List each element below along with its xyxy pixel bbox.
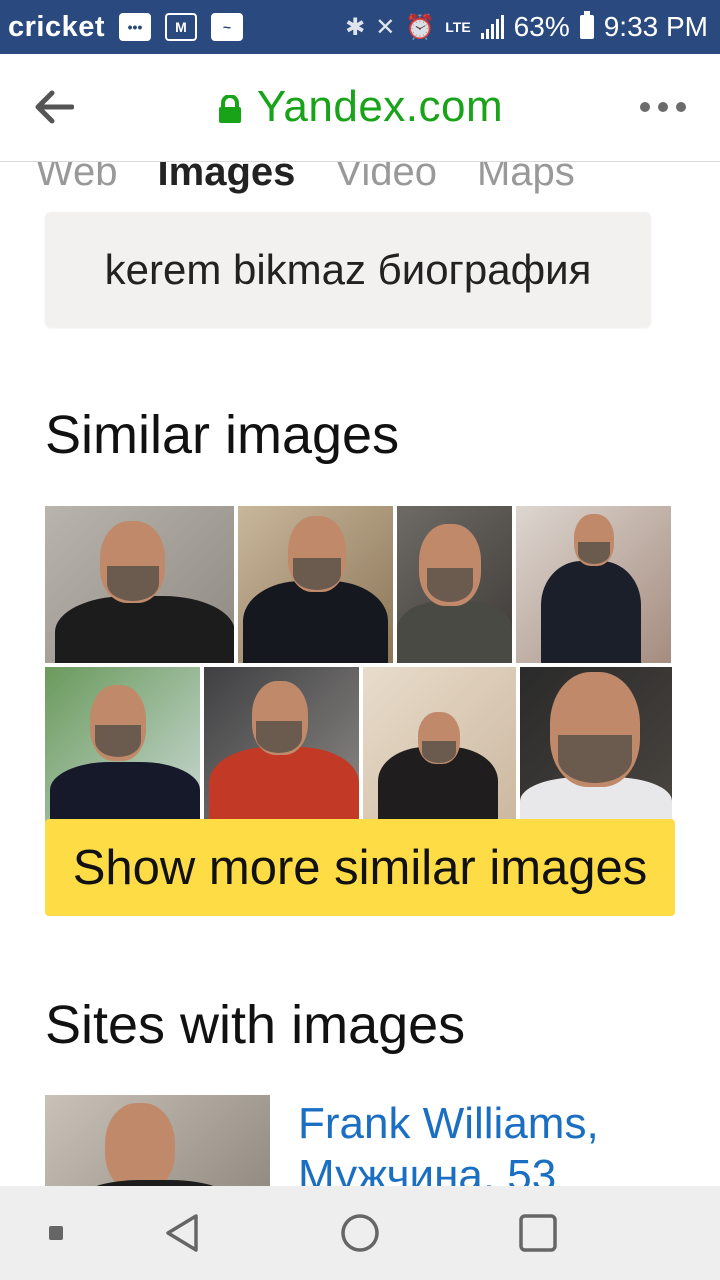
tab-images[interactable]: Images (158, 162, 296, 195)
site-result-link[interactable]: Frank Williams, Мужчина, 53 (298, 1098, 698, 1186)
sites-with-images-title: Sites with images (45, 995, 466, 1055)
similar-image-6[interactable] (204, 667, 359, 824)
tab-maps[interactable]: Maps (477, 162, 575, 195)
similar-images-grid (45, 506, 675, 828)
similar-image-4[interactable] (516, 506, 671, 663)
navigation-bar (0, 1186, 720, 1280)
search-input[interactable]: kerem bikmaz биография (45, 212, 651, 327)
notification-icons: ••• M ~ (119, 13, 244, 41)
lock-icon (218, 95, 241, 123)
similar-image-5[interactable] (45, 667, 200, 824)
more-icon[interactable] (640, 102, 686, 112)
similar-image-8[interactable] (520, 667, 672, 824)
home-circle-icon[interactable] (330, 1186, 390, 1280)
show-more-similar-button[interactable]: Show more similar images (45, 819, 675, 916)
status-bar: cricket ••• M ~ ✱ ✕ ⏰ LTE 63% 9:33 PM (0, 0, 720, 54)
mute-icon: ✕ (375, 13, 396, 41)
page-content: Web Images Video Maps kerem bikmaz биогр… (0, 162, 720, 1186)
bluetooth-icon: ✱ (345, 13, 366, 41)
tab-video[interactable]: Video (335, 162, 437, 195)
clock: 9:33 PM (603, 11, 708, 42)
similar-image-7[interactable] (363, 667, 516, 824)
alarm-icon: ⏰ (405, 13, 436, 41)
site-result-thumbnail[interactable] (45, 1095, 270, 1186)
similar-image-3[interactable] (397, 506, 512, 663)
similar-image-1[interactable] (45, 506, 234, 663)
gmail-icon: M (165, 13, 198, 41)
recent-dot-icon[interactable] (36, 1186, 76, 1280)
back-triangle-icon[interactable] (150, 1186, 214, 1280)
url-text: Yandex.com (256, 82, 504, 131)
carrier-label: cricket (8, 10, 106, 43)
system-icons: ✱ ✕ ⏰ LTE 63% 9:33 PM (345, 11, 708, 43)
battery-percent: 63% (513, 11, 570, 42)
browser-toolbar: Yandex.com (0, 54, 720, 162)
similar-images-title: Similar images (45, 405, 400, 465)
message-icon: ••• (119, 13, 152, 41)
overview-square-icon[interactable] (510, 1186, 566, 1280)
lte-icon: LTE (445, 19, 471, 35)
battery-icon (579, 11, 594, 39)
address-bar[interactable]: Yandex.com (0, 82, 720, 132)
search-tabs: Web Images Video Maps (36, 162, 575, 195)
app-icon: ~ (211, 13, 244, 41)
tab-web[interactable]: Web (36, 162, 118, 195)
signal-icon (480, 15, 504, 39)
similar-image-2[interactable] (238, 506, 393, 663)
